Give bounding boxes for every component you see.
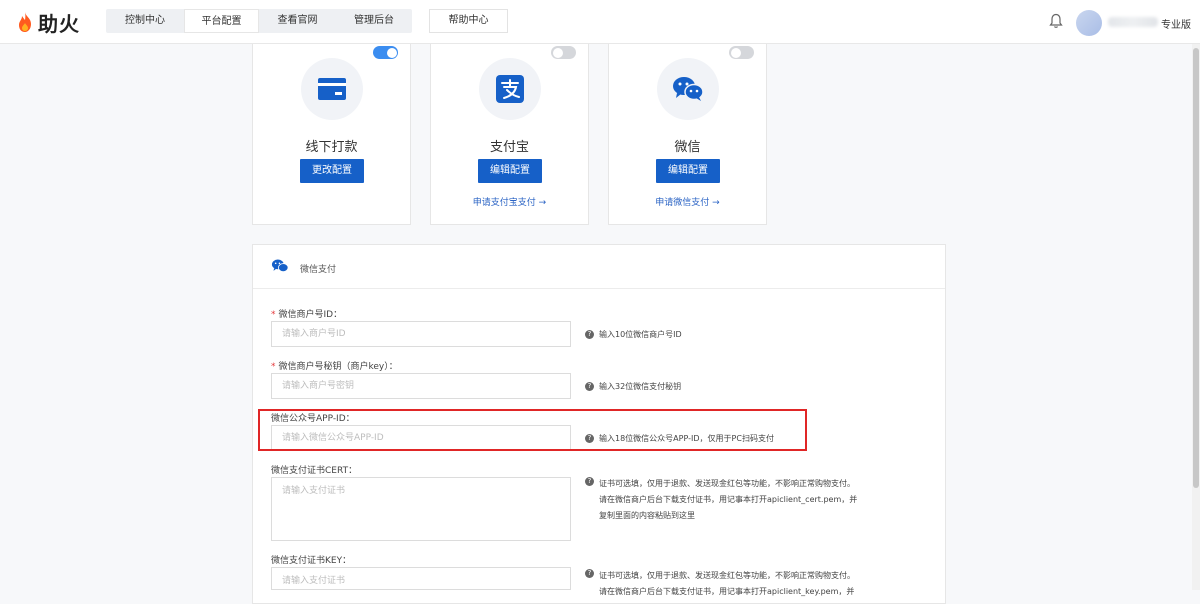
cert-textarea[interactable]: 请输入支付证书 [271,477,571,541]
merchant-id-label: * 微信商户号ID： [271,307,342,320]
hint-line: 请在微信商户后台下载支付证书，用记事本打开apiclient_key.pem，并 [599,587,855,596]
cert-label: 微信支付证书CERT： [271,466,358,476]
merchant-id-hint: ? 输入10位微信商户号ID [585,329,682,340]
username-blurred [1108,17,1158,27]
help-center-button[interactable]: 帮助中心 [429,9,508,33]
panel-header: 微信支付 [253,245,945,289]
key-label: 微信支付证书KEY： [271,556,352,566]
top-bar: 助火 控制中心 平台配置 查看官网 管理后台 帮助中心 专业版 [0,0,1200,44]
hint-line: 复制里面的内容粘贴到这里 [599,511,695,520]
hint-text: 证书可选填，仅用于退款、发送现金红包等功能，不影响正常购物支付。 请在微信商户后… [599,568,855,600]
wechat-edit-config-button[interactable]: 编辑配置 [656,159,720,183]
avatar[interactable] [1076,10,1102,36]
payment-card-offline: 线下打款 更改配置 [252,44,411,225]
payment-card-wechat: 微信 编辑配置 申请微信支付 → [608,44,767,225]
question-icon: ? [585,569,594,578]
question-icon: ? [585,330,594,339]
alipay-toggle[interactable] [551,46,576,59]
apply-alipay-link[interactable]: 申请支付宝支付 → [431,195,588,208]
wechat-title: 微信 [674,140,701,155]
scrollbar-thumb[interactable] [1193,48,1199,488]
offline-pay-icon-wrap [301,58,363,120]
logo-text: 助火 [38,11,80,36]
label-text: 微信商户号秘钥（商户key）： [278,362,398,372]
wechat-toggle[interactable] [729,46,754,59]
panel-title: 微信支付 [300,265,337,275]
bell-icon[interactable] [1049,13,1063,29]
hint-text: 证书可选填，仅用于退款、发送现金红包等功能，不影响正常购物支付。 请在微信商户后… [599,476,857,524]
alipay-icon-wrap [479,58,541,120]
wechat-icon [673,77,704,101]
nav-control-center[interactable]: 控制中心 [106,9,184,33]
wechat-icon [271,259,289,273]
offline-pay-title: 线下打款 [305,140,358,155]
offline-change-config-button[interactable]: 更改配置 [300,159,364,183]
label-text: 微信商户号ID： [278,310,343,320]
key-textarea[interactable]: 请输入支付证书 [271,567,571,590]
alipay-icon [496,75,524,103]
key-hint: ? 证书可选填，仅用于退款、发送现金红包等功能，不影响正常购物支付。 请在微信商… [585,568,855,600]
merchant-key-input[interactable]: 请输入商户号密钥 [271,373,571,399]
toggle-knob [386,47,397,58]
wechat-icon-wrap [657,58,719,120]
edition-label: 专业版 [1161,20,1191,31]
merchant-key-hint: ? 输入32位微信支付秘钥 [585,381,681,392]
question-icon: ? [585,382,594,391]
hint-text: 输入10位微信商户号ID [599,330,682,339]
required-mark: * [271,362,276,372]
merchant-key-label: * 微信商户号秘钥（商户key）： [271,359,398,372]
cert-hint: ? 证书可选填，仅用于退款、发送现金红包等功能，不影响正常购物支付。 请在微信商… [585,476,857,524]
hint-text: 输入32位微信支付秘钥 [599,382,682,391]
toggle-knob [730,47,741,58]
card-icon [318,78,346,100]
question-icon: ? [585,477,594,486]
alipay-title: 支付宝 [489,140,529,155]
payment-card-alipay: 支付宝 编辑配置 申请支付宝支付 → [430,44,589,225]
highlight-box [258,409,807,451]
toggle-knob [552,47,563,58]
nav-view-website[interactable]: 查看官网 [259,9,336,33]
nav-platform-config[interactable]: 平台配置 [184,9,259,33]
nav-admin-backend[interactable]: 管理后台 [336,9,412,33]
flame-icon [19,12,31,32]
alipay-edit-config-button[interactable]: 编辑配置 [478,159,542,183]
apply-wechat-pay-link[interactable]: 申请微信支付 → [609,195,766,208]
offline-pay-toggle[interactable] [373,46,398,59]
required-mark: * [271,310,276,320]
hint-line: 证书可选填，仅用于退款、发送现金红包等功能，不影响正常购物支付。 [599,571,855,580]
hint-line: 证书可选填，仅用于退款、发送现金红包等功能，不影响正常购物支付。 [599,479,855,488]
logo[interactable]: 助火 [16,9,80,36]
merchant-id-input[interactable]: 请输入商户号ID [271,321,571,347]
hint-line: 请在微信商户后台下载支付证书，用记事本打开apiclient_cert.pem，… [599,495,858,504]
main-nav: 控制中心 平台配置 查看官网 管理后台 [106,9,412,33]
